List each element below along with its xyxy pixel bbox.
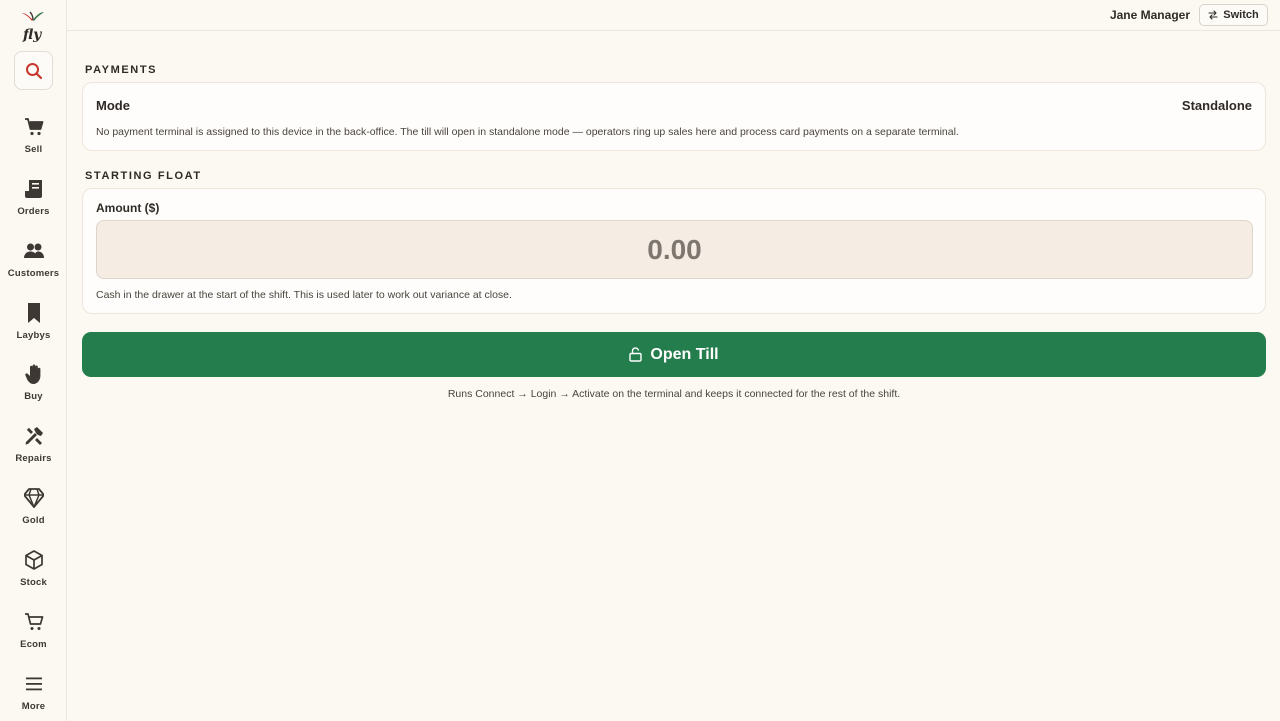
sidebar-item-label: More xyxy=(21,701,46,712)
swap-icon xyxy=(1208,10,1218,20)
sidebar-item-label: Gold xyxy=(22,515,45,526)
users-icon xyxy=(23,243,44,258)
sidebar-item-buy[interactable]: Buy xyxy=(0,364,67,414)
search-button[interactable] xyxy=(14,51,53,90)
switch-user-button[interactable]: Switch xyxy=(1199,4,1268,26)
receipt-icon xyxy=(24,180,42,198)
sidebar-item-label: Stock xyxy=(20,577,47,588)
sidebar-item-label: Buy xyxy=(24,391,43,402)
sidebar-item-label: Ecom xyxy=(20,639,47,650)
sidebar-item-repairs[interactable]: Repairs xyxy=(0,426,67,476)
user-name: Jane Manager xyxy=(1109,8,1190,22)
starting-float-section-title: STARTING FLOAT xyxy=(85,170,202,182)
sidebar-item-more[interactable]: More xyxy=(0,674,67,721)
diamond-icon xyxy=(23,488,44,508)
switch-label: Switch xyxy=(1223,9,1259,21)
amount-label: Amount ($) xyxy=(96,201,160,215)
sidebar-item-stock[interactable]: Stock xyxy=(0,550,67,600)
top-bar: Jane Manager Switch xyxy=(67,0,1280,31)
sidebar-item-sell[interactable]: Sell xyxy=(0,117,67,167)
tools-icon xyxy=(25,427,43,445)
payments-card: Mode Standalone No payment terminal is a… xyxy=(82,82,1266,151)
mode-label: Mode xyxy=(96,98,130,113)
sidebar-item-label: Laybys xyxy=(16,330,51,341)
sidebar-item-label: Customers xyxy=(7,268,60,279)
hand-icon xyxy=(24,364,40,384)
open-till-footnote: Runs Connect → Login → Activate on the t… xyxy=(447,388,901,400)
sidebar-item-orders[interactable]: Orders xyxy=(0,179,67,229)
payments-help-text: No payment terminal is assigned to this … xyxy=(96,126,959,138)
sidebar-item-label: Repairs xyxy=(15,453,52,464)
svg-text:fly: fly xyxy=(22,27,42,42)
starting-float-card: Amount ($) 0.00 Cash in the drawer at th… xyxy=(82,188,1266,314)
bookmark-icon xyxy=(27,303,40,323)
open-till-label: Open Till xyxy=(650,345,719,363)
open-till-button[interactable]: Open Till xyxy=(82,332,1266,377)
sidebar-item-customers[interactable]: Customers xyxy=(0,241,67,291)
shopping-cart-icon xyxy=(24,613,43,630)
mode-value: Standalone xyxy=(1181,98,1252,113)
fly-logo[interactable]: fly xyxy=(19,8,47,43)
sidebar-item-laybys[interactable]: Laybys xyxy=(0,303,67,353)
sidebar-item-ecom[interactable]: Ecom xyxy=(0,612,67,662)
box-icon xyxy=(24,550,43,570)
sidebar-item-label: Orders xyxy=(17,206,50,217)
sidebar-item-gold[interactable]: Gold xyxy=(0,488,67,538)
unlock-icon xyxy=(629,347,643,362)
menu-icon xyxy=(25,677,42,691)
starting-float-help-text: Cash in the drawer at the start of the s… xyxy=(96,289,512,301)
sidebar: fly Sell Orders Customers Laybys Buy Rep… xyxy=(0,0,67,721)
cart-icon xyxy=(24,118,43,136)
payments-section-title: PAYMENTS xyxy=(85,64,158,76)
search-icon xyxy=(25,62,42,79)
sidebar-item-label: Sell xyxy=(24,144,43,155)
amount-input[interactable]: 0.00 xyxy=(96,220,1253,279)
